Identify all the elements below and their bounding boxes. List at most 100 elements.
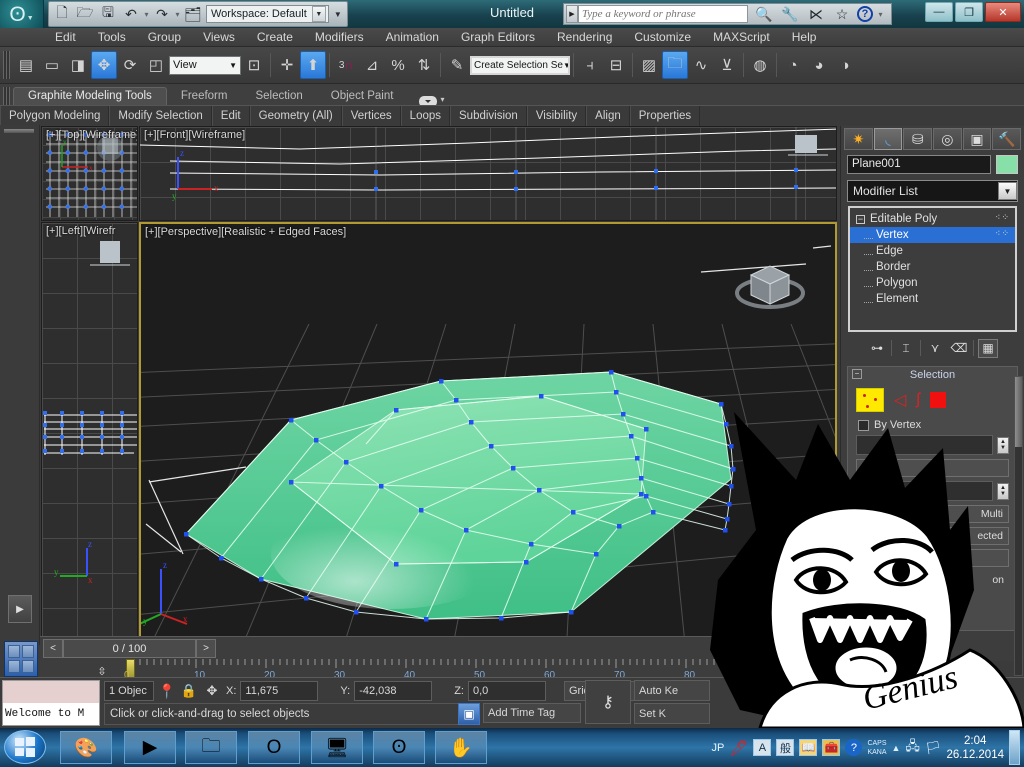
taskbar-paint-net[interactable]: 🎨 <box>60 731 112 764</box>
menu-item-group[interactable]: Group <box>137 28 192 47</box>
minimize-button[interactable]: — <box>925 2 953 22</box>
chevron-down-icon[interactable]: ▼ <box>998 182 1017 200</box>
menu-item-graph-editors[interactable]: Graph Editors <box>450 28 546 47</box>
ribbon-grip[interactable] <box>3 87 10 105</box>
border-icon[interactable]: ʃ <box>916 391 920 409</box>
select-and-manipulate-icon[interactable]: ✛ <box>274 51 300 79</box>
ribbon-panel-properties[interactable]: Properties <box>629 105 701 126</box>
open-file-icon[interactable]: 🗁 <box>74 3 96 25</box>
object-name-field[interactable]: Plane001 <box>847 155 991 174</box>
utilities-tab[interactable]: 🔨 <box>992 128 1022 150</box>
action-center-icon[interactable]: 🏳 <box>925 740 942 756</box>
ribbon-panel-align[interactable]: Align <box>586 105 630 126</box>
chevron-down-icon[interactable]: ▼ <box>229 61 240 70</box>
create-tab[interactable]: ✷ <box>844 128 873 150</box>
ribbon-panel-geometry-all[interactable]: Geometry (All) <box>249 105 342 126</box>
angle-snap-icon[interactable]: ⊿ <box>359 51 385 79</box>
ribbon-panel-edit[interactable]: Edit <box>211 105 250 126</box>
mirror-icon[interactable]: ⫞ <box>577 51 603 79</box>
taskbar-opera[interactable]: O <box>248 731 300 764</box>
ribbon-panel-visibility[interactable]: Visibility <box>526 105 587 126</box>
selection-button-1[interactable] <box>856 459 1009 477</box>
viewport-perspective[interactable]: z y x [+][Perspective][Realistic + Edged… <box>139 222 837 639</box>
viewport-top-label[interactable]: [+][Top][Wireframe] <box>46 129 137 141</box>
stack-item-polygon[interactable]: Polygon <box>850 275 1015 291</box>
help-icon[interactable]: ? <box>857 6 873 22</box>
edit-named-selection-sets-icon[interactable]: ✎ <box>444 51 470 79</box>
ribbon-panel-loops[interactable]: Loops <box>400 105 451 126</box>
ribbon-options-icon[interactable]: ▾ <box>440 95 444 104</box>
edge-icon[interactable]: ◁ <box>894 390 906 410</box>
set-key-button[interactable]: ⚷ <box>585 680 631 724</box>
viewport-front[interactable]: z x y [+][Front][Wireframe] <box>139 126 837 221</box>
ime-help-icon[interactable]: ? <box>845 739 863 756</box>
polygon-icon[interactable] <box>929 392 946 408</box>
maximize-viewport-toggle-icon[interactable]: ▦ <box>990 672 1010 692</box>
taskbar-media-player[interactable]: ▶ <box>124 731 176 764</box>
search-input[interactable] <box>578 5 748 23</box>
pin-icon[interactable]: 📍 <box>158 683 176 700</box>
select-and-scale-icon[interactable]: ◰ <box>143 51 169 79</box>
selection-button-4[interactable] <box>856 549 1009 567</box>
show-desktop-button[interactable] <box>1009 730 1020 765</box>
selection-value-field-1[interactable] <box>856 435 993 455</box>
align-icon[interactable]: ⊟ <box>603 51 629 79</box>
toolbar-grip[interactable] <box>3 51 10 79</box>
taskbar-mudbox[interactable]: ✋ <box>435 731 487 764</box>
next-frame-button[interactable]: > <box>196 639 216 658</box>
tab-graphite-modeling-tools[interactable]: Graphite Modeling Tools <box>13 87 167 105</box>
schematic-view-icon[interactable]: ⊻ <box>714 51 740 79</box>
coord-z-field[interactable]: 0,0 <box>467 681 546 701</box>
ime-dictionary-icon[interactable]: 📖 <box>799 739 818 756</box>
set-key-toggle[interactable]: Set K <box>634 703 710 724</box>
menu-item-modifiers[interactable]: Modifiers <box>304 28 375 47</box>
menu-item-help[interactable]: Help <box>781 28 828 47</box>
render-setup-icon[interactable]: ◍ <box>747 51 773 79</box>
undo-dropdown-icon[interactable]: ▾ <box>143 10 150 19</box>
selection-button-selected[interactable]: ected <box>856 527 1009 545</box>
make-unique-icon[interactable]: ⋎ <box>925 339 945 358</box>
taskbar-3ds-max[interactable]: ʘ <box>373 731 425 764</box>
select-and-rotate-icon[interactable]: ⟳ <box>117 51 143 79</box>
stack-item-edge[interactable]: Edge <box>850 243 1015 259</box>
app-logo-icon[interactable]: ʘ ▼ <box>0 0 44 28</box>
object-color-swatch[interactable] <box>996 155 1018 174</box>
spinner-snap-icon[interactable]: ⇅ <box>411 51 437 79</box>
viewport-top[interactable]: x y [+][Top][Wireframe] <box>41 126 138 221</box>
ribbon-panel-modify-selection[interactable]: Modify Selection <box>109 105 212 126</box>
material-editor-icon[interactable]: 🗀 <box>662 51 688 79</box>
render-iterative-icon[interactable]: ◑ <box>832 51 858 79</box>
named-selection-set-input[interactable]: Create Selection Se ▼ <box>470 55 570 75</box>
wrench-icon[interactable]: 🔧 <box>779 4 801 24</box>
vertex-icon[interactable] <box>856 388 884 412</box>
menu-item-create[interactable]: Create <box>246 28 304 47</box>
curve-editor-icon[interactable]: ∿ <box>688 51 714 79</box>
show-end-result-icon[interactable]: ⌶ <box>896 339 916 358</box>
by-vertex-row[interactable]: By Vertex <box>848 417 1017 433</box>
render-frame-window-icon[interactable]: ◔ <box>780 51 806 79</box>
satellite-icon[interactable]: ⋉ <box>805 4 827 24</box>
select-region-icon[interactable]: ▭ <box>39 51 65 79</box>
menu-item-edit[interactable]: Edit <box>44 28 87 47</box>
binoculars-icon[interactable]: 🔍 <box>753 4 775 24</box>
command-panel-scrollbar[interactable] <box>1014 376 1023 676</box>
viewport-left-label[interactable]: [+][Left][Wirefr <box>46 225 115 237</box>
absolute-relative-mode-icon[interactable]: ✥ <box>202 683 222 699</box>
modifier-list-dropdown[interactable]: Modifier List ▼ <box>847 180 1018 202</box>
viewport-perspective-label[interactable]: [+][Perspective][Realistic + Edged Faces… <box>145 226 346 238</box>
menu-item-rendering[interactable]: Rendering <box>546 28 623 47</box>
selection-value-field-2[interactable] <box>856 481 993 501</box>
stack-item-editable-poly[interactable]: − Editable Poly ⁖⁘ <box>850 211 1015 227</box>
ribbon-panel-vertices[interactable]: Vertices <box>341 105 401 126</box>
menu-item-maxscript[interactable]: MAXScript <box>702 28 781 47</box>
render-production-icon[interactable]: ◕ <box>806 51 832 79</box>
stack-item-vertex[interactable]: Vertex ⁖⁘ <box>850 227 1015 243</box>
by-vertex-checkbox[interactable] <box>858 419 869 431</box>
collapse-icon[interactable]: − <box>856 214 865 224</box>
redo-icon[interactable]: ↷ <box>151 3 173 25</box>
menu-item-customize[interactable]: Customize <box>623 28 702 47</box>
stack-item-border[interactable]: Border <box>850 259 1015 275</box>
maxscript-mini-listener[interactable]: Welcome to M <box>2 680 100 726</box>
collapse-icon[interactable]: − <box>852 369 862 379</box>
save-file-icon[interactable]: 🖫 <box>97 3 119 25</box>
